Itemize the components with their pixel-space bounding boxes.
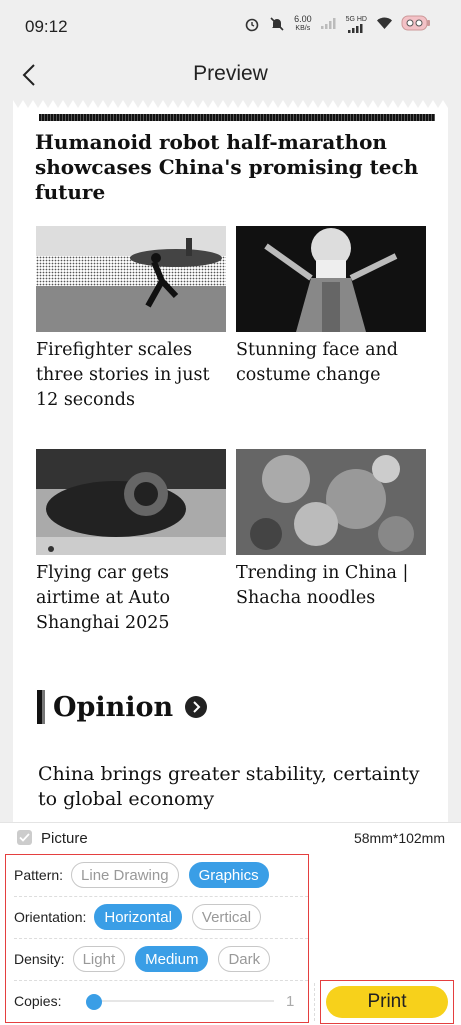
app-header: Preview xyxy=(0,52,461,98)
news-caption: Flying car gets airtime at Auto Shanghai… xyxy=(36,563,171,633)
news-card: Trending in China | Shacha noodles xyxy=(236,449,426,611)
orientation-label: Orientation: xyxy=(14,909,87,925)
status-icons: 6.00 KB/s 5G HD xyxy=(244,14,431,34)
network-type: 5G HD xyxy=(346,16,367,33)
density-option-dark[interactable]: Dark xyxy=(218,946,271,972)
news-caption: Firefighter scales three stories in just… xyxy=(36,340,210,410)
battery-icon xyxy=(401,14,431,34)
paper-header-band xyxy=(39,114,435,121)
orientation-option-horizontal[interactable]: Horizontal xyxy=(94,904,182,930)
density-option-medium[interactable]: Medium xyxy=(135,946,209,972)
preview-headline: Humanoid robot half-marathon showcases C… xyxy=(35,130,419,204)
opinion-headline: China brings greater stability, certaint… xyxy=(38,763,420,810)
section-title: Opinion xyxy=(53,691,174,723)
check-icon xyxy=(19,833,30,842)
print-preview: Humanoid robot half-marathon showcases C… xyxy=(13,100,448,830)
orientation-option-vertical[interactable]: Vertical xyxy=(191,904,262,930)
picture-row: Picture 58mm*102mm xyxy=(0,823,461,853)
print-options-group: Pattern: Line Drawing Graphics Orientati… xyxy=(5,854,309,1023)
print-settings-panel: Picture 58mm*102mm Pattern: Line Drawing… xyxy=(0,822,461,1025)
news-image xyxy=(36,226,226,332)
news-image xyxy=(236,226,426,332)
news-caption: Trending in China | Shacha noodles xyxy=(236,563,409,608)
divider xyxy=(314,983,315,1021)
page-title: Preview xyxy=(193,62,268,85)
picture-label: Picture xyxy=(41,830,88,847)
wifi-icon xyxy=(376,16,392,32)
copies-slider[interactable] xyxy=(86,994,274,1010)
copies-value: 1 xyxy=(286,993,295,1010)
news-caption: Stunning face and costume change xyxy=(236,340,399,385)
picture-checkbox[interactable] xyxy=(17,830,32,845)
density-row: Density: Light Medium Dark xyxy=(14,939,280,979)
status-time: 09:12 xyxy=(25,17,68,36)
copies-label: Copies: xyxy=(14,993,62,1009)
slider-track xyxy=(86,1000,274,1002)
orientation-row: Orientation: Horizontal Vertical xyxy=(14,897,271,937)
news-card: Firefighter scales three stories in just… xyxy=(36,226,226,413)
alarm-icon xyxy=(244,16,260,32)
paper-size: 58mm*102mm xyxy=(353,830,445,846)
mute-bell-icon xyxy=(269,16,285,32)
chevron-right-circle-icon xyxy=(185,696,208,718)
news-card: Stunning face and costume change xyxy=(236,226,426,388)
copies-row: Copies: 1 xyxy=(14,981,304,1021)
net-speed: 6.00 KB/s xyxy=(294,14,312,33)
pattern-row: Pattern: Line Drawing Graphics xyxy=(14,855,279,895)
section-marker xyxy=(37,690,45,724)
pattern-label: Pattern: xyxy=(14,867,64,883)
pattern-option-graphics[interactable]: Graphics xyxy=(188,862,269,888)
news-card: Flying car gets airtime at Auto Shanghai… xyxy=(36,449,226,636)
density-label: Density: xyxy=(14,951,65,967)
news-image xyxy=(236,449,426,555)
print-button-group: Print xyxy=(320,980,454,1024)
slider-handle[interactable] xyxy=(86,994,102,1010)
opinion-section-header: Opinion xyxy=(37,690,208,724)
density-option-light[interactable]: Light xyxy=(72,946,126,972)
news-image xyxy=(36,449,226,555)
signal-icon xyxy=(320,17,337,31)
pattern-option-line-drawing[interactable]: Line Drawing xyxy=(71,862,179,888)
status-bar: 09:12 6.00 KB/s 5G HD xyxy=(0,0,461,52)
print-button[interactable]: Print xyxy=(326,986,448,1018)
